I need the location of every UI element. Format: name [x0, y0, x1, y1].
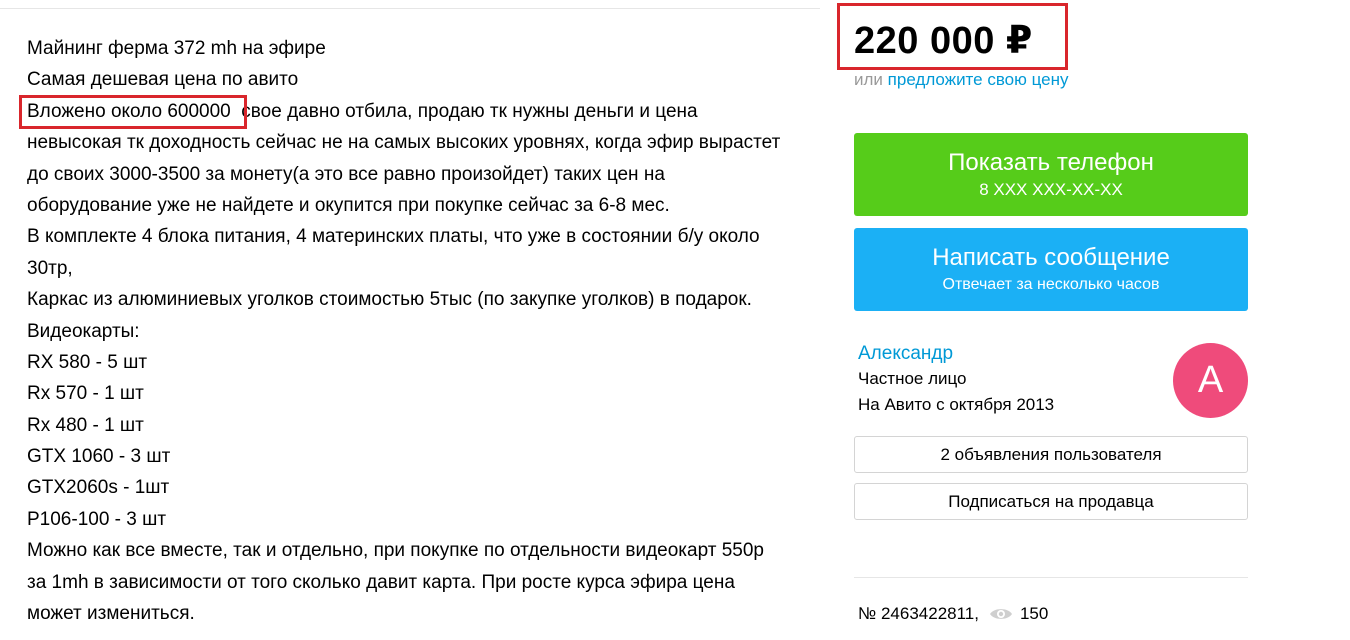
description-line: Rx 570 - 1 шт	[27, 383, 144, 405]
eye-icon	[989, 606, 1013, 622]
description-line: GTX 1060 - 3 шт	[27, 446, 171, 468]
listing-number: № 2463422811,	[858, 604, 979, 623]
invested-amount-highlight	[19, 95, 247, 129]
write-message-label: Написать сообщение	[932, 244, 1170, 271]
description-line: до своих 3000-3500 за монету(а это все р…	[27, 163, 665, 185]
description-line: Майнинг ферма 372 mh на эфире	[27, 38, 326, 59]
description-line: за 1mh в зависимости от того сколько дав…	[27, 571, 735, 593]
description-line: Каркас из алюминиевых уголков стоимостью…	[27, 289, 752, 311]
top-divider	[0, 8, 820, 9]
description-line: 30тр,	[27, 257, 73, 279]
sidebar-divider	[854, 577, 1248, 578]
description-line: В комплекте 4 блока питания, 4 материнск…	[27, 226, 760, 248]
price-highlight	[837, 3, 1068, 70]
description-line: может измениться.	[27, 603, 195, 625]
response-time: Отвечает за несколько часов	[942, 276, 1160, 293]
listing-meta: № 2463422811, 150	[858, 604, 1048, 624]
user-ads-button[interactable]: 2 объявления пользователя	[854, 436, 1248, 473]
seller-name-link[interactable]: Александр	[858, 343, 953, 365]
description-line: Самая дешевая цена по авито	[27, 69, 299, 91]
description-line: RX 580 - 5 шт	[27, 351, 148, 373]
subscribe-seller-button[interactable]: Подписаться на продавца	[854, 483, 1248, 520]
show-phone-label: Показать телефон	[948, 149, 1154, 176]
seller-type: Частное лицо	[858, 369, 967, 388]
write-message-button[interactable]: Написать сообщение Отвечает за несколько…	[854, 228, 1248, 311]
description-line: Видеокарты:	[27, 320, 140, 342]
phone-mask: 8 XXX XXX-XX-XX	[979, 180, 1123, 199]
offer-prefix: или	[854, 70, 883, 89]
description-line: Rx 480 - 1 шт	[27, 414, 144, 436]
views-count: 150	[1019, 604, 1049, 623]
description-line: невысокая тк доходность сейчас не на сам…	[27, 132, 781, 154]
description-line: Можно как все вместе, так и отдельно, пр…	[27, 540, 764, 562]
description-line: P106-100 - 3 шт	[27, 508, 167, 530]
offer-price-row: или предложите свою цену	[854, 70, 1069, 90]
show-phone-button[interactable]: Показать телефон 8 XXX XXX-XX-XX	[854, 133, 1248, 216]
description-line: оборудование уже не найдете и окупится п…	[27, 194, 670, 216]
offer-price-link[interactable]: предложите свою цену	[888, 70, 1069, 89]
description-line: GTX2060s - 1шт	[27, 477, 170, 499]
seller-since: На Авито с октября 2013	[858, 395, 1055, 414]
avatar[interactable]: А	[1173, 343, 1248, 418]
